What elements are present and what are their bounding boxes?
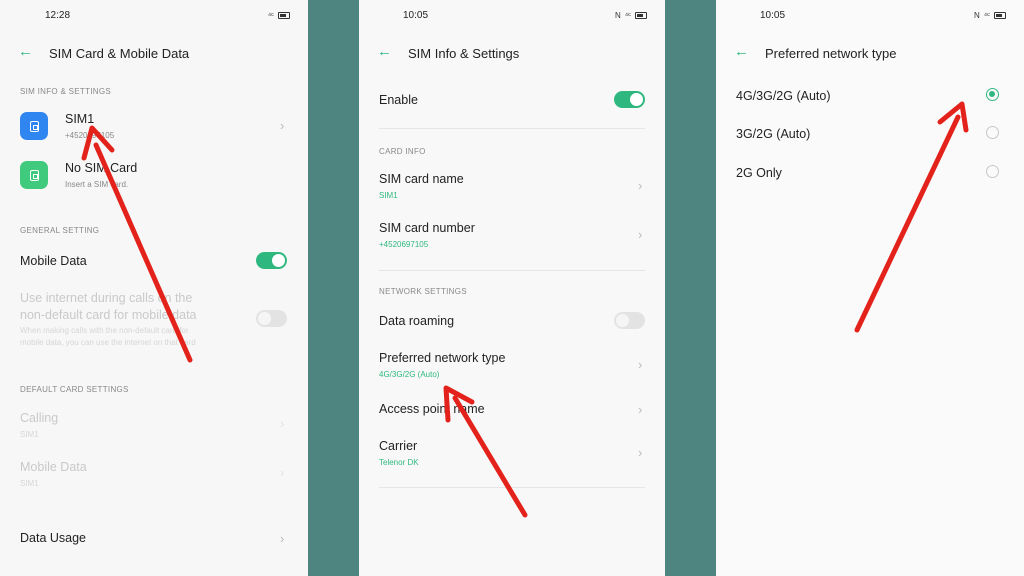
status-bar: 10:05 N ⁴ᶜ	[716, 10, 1024, 24]
chevron-right-icon: ›	[638, 227, 643, 242]
preferred-network-label: Preferred network type	[379, 351, 506, 365]
calling-sub: SIM1	[20, 430, 39, 439]
signal-icon: ⁴ᶜ	[267, 11, 274, 20]
section-header-general: GENERAL SETTING	[20, 226, 100, 235]
card-name-value: SIM1	[379, 191, 398, 200]
screen-sim-card-mobile-data: 12:28 ⁴ᶜ ← SIM Card & Mobile Data SIM IN…	[0, 0, 308, 576]
network-option-label: 4G/3G/2G (Auto)	[736, 89, 831, 103]
radio-unselected-icon[interactable]	[986, 126, 999, 139]
divider	[379, 487, 645, 488]
status-time: 10:05	[403, 10, 429, 21]
sim2-sub: Insert a SIM card.	[65, 180, 129, 189]
default-mobile-data-sub: SIM1	[20, 479, 39, 488]
status-time: 12:28	[45, 10, 71, 21]
sim1-number: +4520697105	[65, 131, 115, 140]
nfc-icon: N	[973, 11, 980, 20]
use-internet-label-2: non-default card for mobile data	[20, 308, 197, 322]
card-number-value: +4520697105	[379, 240, 429, 249]
data-roaming-toggle[interactable]	[614, 312, 645, 329]
status-bar: 12:28 ⁴ᶜ	[0, 10, 308, 24]
back-arrow-icon[interactable]: ←	[377, 44, 393, 59]
use-internet-label-1: Use internet during calls on the	[20, 291, 193, 305]
section-header-default-card: DEFAULT CARD SETTINGS	[20, 385, 129, 394]
battery-icon	[994, 12, 1006, 19]
page-title: Preferred network type	[765, 46, 897, 61]
chevron-right-icon: ›	[638, 357, 643, 372]
sim2-label: No SIM Card	[65, 161, 138, 175]
data-usage-label: Data Usage	[20, 531, 87, 545]
radio-selected-icon[interactable]	[986, 88, 999, 101]
status-bar: 10:05 N ⁴ᶜ	[359, 10, 665, 24]
screen-sim-info-settings: 10:05 N ⁴ᶜ ← SIM Info & Settings Enable …	[359, 0, 665, 576]
use-internet-sub-1: When making calls with the non-default c…	[20, 326, 189, 335]
section-header-sim-info: SIM INFO & SETTINGS	[20, 87, 112, 96]
status-time: 10:05	[760, 10, 786, 21]
enable-toggle[interactable]	[614, 91, 645, 108]
use-internet-toggle	[256, 310, 287, 327]
signal-icon: ⁴ᶜ	[983, 11, 990, 20]
chevron-right-icon: ›	[280, 118, 285, 133]
back-arrow-icon[interactable]: ←	[734, 44, 750, 59]
card-number-label: SIM card number	[379, 221, 475, 235]
background-band-right	[665, 0, 716, 576]
page-title: SIM Info & Settings	[408, 46, 520, 61]
sim1-label: SIM1	[65, 112, 95, 126]
app-bar: ← Preferred network type	[716, 42, 1024, 66]
back-arrow-icon[interactable]: ←	[18, 44, 34, 59]
sim-card-icon	[20, 112, 48, 140]
carrier-label: Carrier	[379, 439, 418, 453]
carrier-value: Telenor DK	[379, 458, 419, 467]
apn-label: Access point name	[379, 402, 485, 416]
background-band-left	[308, 0, 359, 576]
section-header-network: NETWORK SETTINGS	[379, 287, 467, 296]
chevron-right-icon: ›	[638, 178, 643, 193]
mobile-data-label: Mobile Data	[20, 254, 87, 268]
network-option-label: 3G/2G (Auto)	[736, 127, 811, 141]
sim-card-icon	[20, 161, 48, 189]
card-name-label: SIM card name	[379, 172, 464, 186]
chevron-right-icon: ›	[280, 465, 285, 480]
chevron-right-icon: ›	[280, 531, 285, 546]
network-option-label: 2G Only	[736, 166, 782, 180]
mobile-data-toggle[interactable]	[256, 252, 287, 269]
chevron-right-icon: ›	[638, 445, 643, 460]
enable-label: Enable	[379, 93, 418, 107]
section-header-card-info: CARD INFO	[379, 147, 426, 156]
data-roaming-label: Data roaming	[379, 314, 455, 328]
default-mobile-data-label: Mobile Data	[20, 460, 87, 474]
battery-icon	[278, 12, 290, 19]
chevron-right-icon: ›	[638, 402, 643, 417]
battery-icon	[635, 12, 647, 19]
page-title: SIM Card & Mobile Data	[49, 46, 190, 61]
nfc-icon: N	[614, 11, 621, 20]
app-bar: ← SIM Card & Mobile Data	[0, 42, 308, 66]
screen-preferred-network-type: 10:05 N ⁴ᶜ ← Preferred network type 4G/3…	[716, 0, 1024, 576]
app-bar: ← SIM Info & Settings	[359, 42, 665, 66]
divider	[379, 128, 645, 129]
chevron-right-icon: ›	[280, 416, 285, 431]
preferred-network-value: 4G/3G/2G (Auto)	[379, 370, 440, 379]
signal-icon: ⁴ᶜ	[624, 11, 631, 20]
calling-label: Calling	[20, 411, 59, 425]
radio-unselected-icon[interactable]	[986, 165, 999, 178]
use-internet-sub-2: mobile data, you can use the internet on…	[20, 338, 196, 347]
divider	[379, 270, 645, 271]
